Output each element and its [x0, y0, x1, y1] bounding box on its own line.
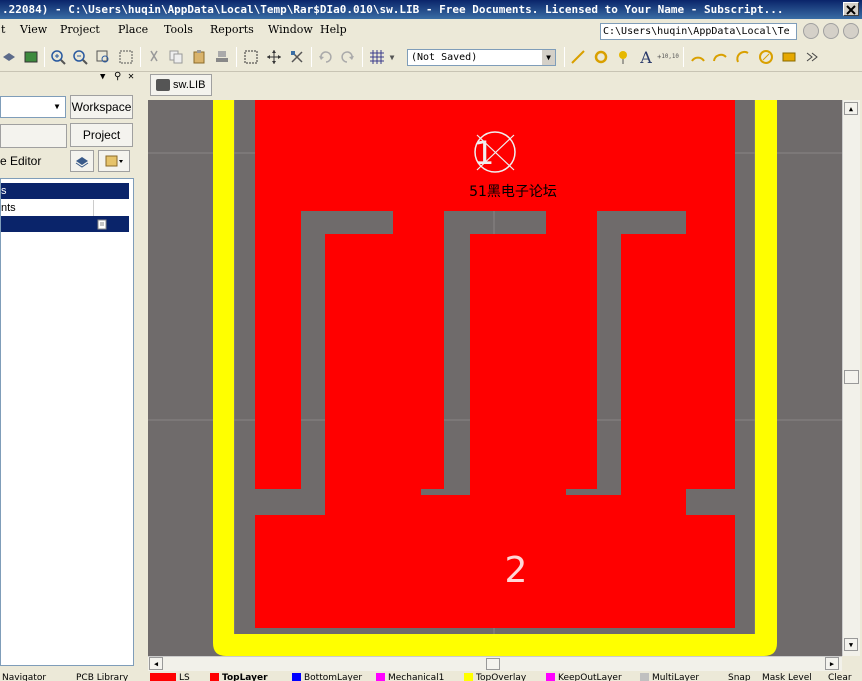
horizontal-scrollbar[interactable]: ◀ ▶ — [148, 656, 842, 671]
full-circle-icon[interactable] — [757, 48, 775, 66]
project-tree: s nts — [0, 178, 134, 666]
menu-view[interactable]: View — [20, 23, 47, 36]
layer-tab-keepoutlayer[interactable]: KeepOutLayer — [546, 673, 622, 681]
place-pad-icon[interactable] — [592, 48, 610, 66]
layers-icon[interactable] — [0, 48, 18, 66]
grid-icon[interactable] — [368, 48, 386, 66]
pcb-canvas[interactable]: 1 51黑电子论坛 2 — [148, 100, 842, 656]
place-line-icon[interactable] — [569, 48, 587, 66]
projects-panel: ▼ ⚲ ✕ ▼ Workspace Project e Editor s nts — [0, 71, 146, 681]
editor-mode-label: e Editor — [0, 154, 42, 168]
document-tab[interactable]: sw.LIB — [150, 74, 212, 96]
pad-1-number: 1 — [474, 134, 495, 172]
arc-edge-icon[interactable] — [711, 48, 729, 66]
undo-icon[interactable] — [316, 48, 334, 66]
pcb-library-icon — [156, 79, 170, 91]
snap-button[interactable]: Snap — [728, 673, 751, 681]
zoom-in-icon[interactable] — [49, 48, 67, 66]
project-button[interactable]: Project — [70, 123, 133, 147]
grid-dropdown-icon[interactable]: ▼ — [386, 48, 398, 66]
component-label: 51黑电子论坛 — [469, 184, 557, 200]
menu-place[interactable]: Place — [118, 23, 148, 36]
scroll-left-icon[interactable]: ◀ — [149, 657, 163, 670]
title-bar: .22084) - C:\Users\huqin\AppData\Local\T… — [0, 0, 862, 19]
vertical-scrollbar[interactable]: ▲ ▼ — [842, 100, 860, 656]
tree-item[interactable]: nts — [1, 200, 129, 216]
menu-project[interactable]: Project — [60, 23, 100, 36]
rubber-stamp-icon[interactable] — [213, 48, 231, 66]
scroll-down-icon[interactable]: ▼ — [844, 638, 858, 651]
zoom-out-icon[interactable] — [71, 48, 89, 66]
chevron-down-icon[interactable]: ▼ — [51, 100, 63, 114]
forward-icon[interactable] — [823, 23, 839, 39]
back-icon[interactable] — [803, 23, 819, 39]
clear-button[interactable]: Clear — [828, 673, 852, 681]
scroll-thumb[interactable] — [486, 658, 500, 670]
pcb-library-tab[interactable]: PCB Library — [76, 673, 128, 681]
file-view-icon[interactable] — [98, 150, 130, 172]
layer-tab-bottomlayer[interactable]: BottomLayer — [292, 673, 362, 681]
place-string-icon[interactable]: A — [637, 48, 655, 67]
move-icon[interactable] — [265, 48, 283, 66]
document-path-field[interactable]: C:\Users\huqin\AppData\Local\Te — [600, 23, 797, 40]
scroll-thumb[interactable] — [844, 370, 859, 384]
nav-menu-icon[interactable] — [843, 23, 859, 39]
place-coordinate-icon[interactable]: +10,10 — [657, 48, 679, 66]
paste-icon[interactable] — [190, 48, 208, 66]
tree-item[interactable]: s — [1, 183, 129, 199]
layer-tab-ls[interactable]: LS — [150, 673, 190, 681]
panel-header: ▼ ⚲ ✕ — [0, 71, 146, 86]
variant-select[interactable]: (Not Saved) ▼ — [407, 49, 556, 66]
pin-icon[interactable]: ⚲ — [114, 71, 121, 82]
toolbar-more-icon[interactable] — [803, 48, 821, 66]
layer-tab-topoverlay[interactable]: TopOverlay — [464, 673, 526, 681]
place-via-icon[interactable] — [614, 48, 632, 66]
tree-item-selected[interactable] — [1, 216, 129, 232]
layer-tab-multilayer[interactable]: MultiLayer — [640, 673, 699, 681]
arc-any-icon[interactable] — [734, 48, 752, 66]
panel-menu-icon[interactable]: ▼ — [100, 72, 105, 82]
workspace-view-icon[interactable] — [70, 150, 94, 172]
menu-help[interactable]: Help — [320, 23, 347, 36]
deselect-icon[interactable] — [288, 48, 306, 66]
layer-tab-mechanical1[interactable]: Mechanical1 — [376, 673, 444, 681]
zoom-area-icon[interactable] — [94, 48, 112, 66]
zoom-selected-icon[interactable] — [117, 48, 135, 66]
menu-edit[interactable]: t — [1, 23, 5, 36]
workspace-button[interactable]: Workspace — [70, 95, 133, 119]
close-panel-icon[interactable]: ✕ — [128, 71, 134, 82]
close-window-button[interactable] — [843, 2, 859, 16]
scroll-up-icon[interactable]: ▲ — [844, 102, 858, 115]
menu-tools[interactable]: Tools — [164, 23, 193, 36]
navigator-tab[interactable]: Navigator — [2, 673, 46, 681]
menu-window[interactable]: Window — [268, 23, 313, 36]
place-fill-icon[interactable] — [780, 48, 798, 66]
select-area-icon[interactable] — [242, 48, 260, 66]
board-icon[interactable] — [22, 48, 40, 66]
chevron-down-icon[interactable]: ▼ — [542, 50, 555, 65]
pad-2-number: 2 — [504, 550, 528, 591]
project-select[interactable] — [0, 124, 67, 148]
workspace-select[interactable]: ▼ — [0, 96, 66, 118]
copy-icon[interactable] — [167, 48, 185, 66]
scroll-right-icon[interactable]: ▶ — [825, 657, 839, 670]
layer-tab-toplayer[interactable]: TopLayer — [210, 673, 268, 681]
window-title: .22084) - C:\Users\huqin\AppData\Local\T… — [2, 3, 784, 16]
cut-icon[interactable] — [145, 48, 163, 66]
menu-reports[interactable]: Reports — [210, 23, 254, 36]
document-icon — [97, 219, 107, 230]
redo-icon[interactable] — [339, 48, 357, 66]
arc-center-icon[interactable] — [689, 48, 707, 66]
mask-level-button[interactable]: Mask Level — [762, 673, 812, 681]
